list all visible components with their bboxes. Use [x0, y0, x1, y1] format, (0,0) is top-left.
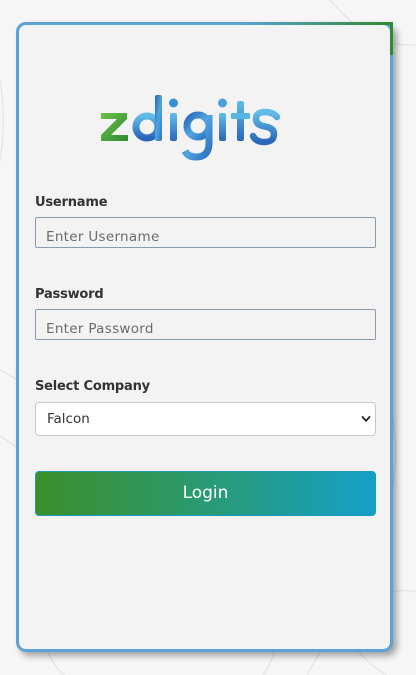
- password-input[interactable]: [35, 309, 376, 340]
- company-select[interactable]: Falcon: [35, 402, 376, 436]
- login-card: Username Password Select Company Falcon …: [16, 22, 393, 652]
- password-label: Password: [35, 287, 104, 302]
- card-corner-accent: [240, 22, 393, 55]
- zdigits-logo: [101, 95, 281, 161]
- chevron-down-icon: [361, 416, 371, 422]
- company-label: Select Company: [35, 379, 150, 394]
- username-label: Username: [35, 195, 108, 210]
- username-input[interactable]: [35, 217, 376, 248]
- company-select-value: Falcon: [47, 411, 90, 427]
- login-button[interactable]: Login: [35, 471, 376, 516]
